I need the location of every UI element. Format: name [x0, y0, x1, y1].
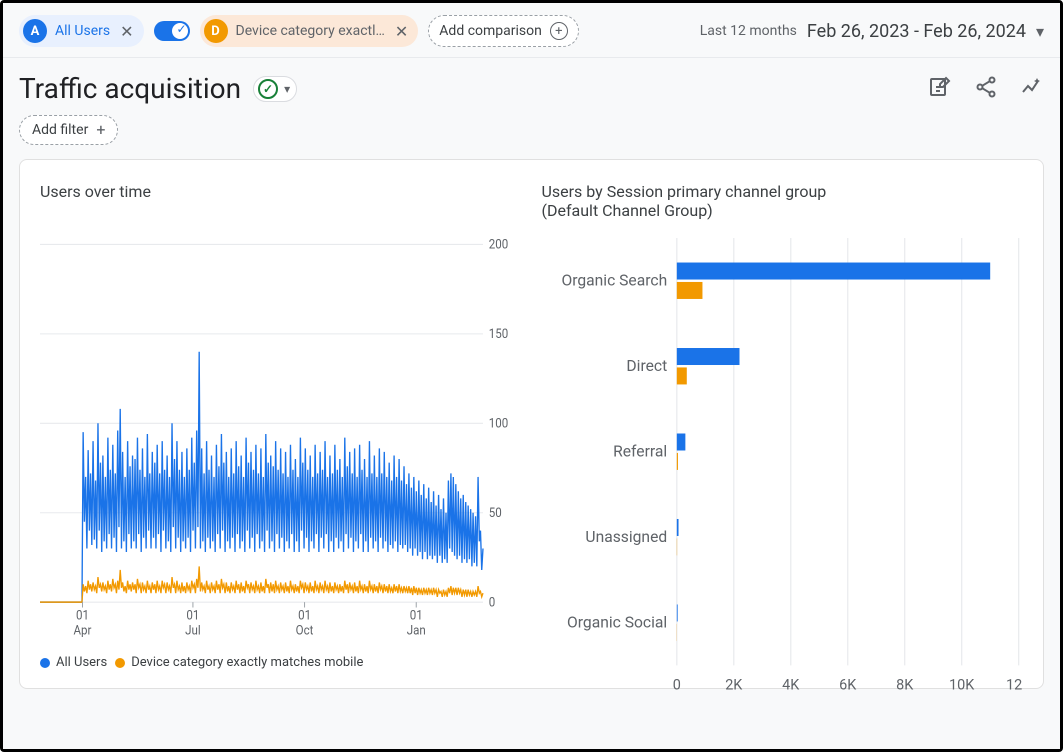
legend-label: Device category exactly matches mobile — [131, 655, 363, 670]
svg-text:0: 0 — [672, 677, 680, 694]
plus-icon: + — [96, 122, 105, 138]
comparison-d-icon: D — [204, 19, 228, 43]
svg-text:8K: 8K — [896, 677, 914, 694]
svg-text:Direct: Direct — [626, 356, 667, 375]
charts-card: Users over time 05010015020001Apr01Jul01… — [19, 159, 1044, 689]
legend-swatch-icon — [40, 658, 50, 668]
filter-bar: Add filter + — [3, 115, 1060, 159]
comparison-bar: A All Users ✕ ✓ D Device category exactl… — [3, 3, 1060, 58]
share-icon[interactable] — [974, 75, 998, 103]
svg-text:6K: 6K — [839, 677, 857, 694]
legend-swatch-icon — [115, 658, 125, 668]
comparison-chip-all-users[interactable]: A All Users ✕ — [19, 15, 144, 47]
insights-icon[interactable] — [1020, 75, 1044, 103]
comparison-b-label: Device category exactl… — [236, 23, 385, 39]
legend: All Users Device category exactly matche… — [40, 655, 522, 670]
close-icon[interactable]: ✕ — [393, 22, 410, 41]
svg-text:Jan: Jan — [407, 623, 426, 638]
users-over-time-panel: Users over time 05010015020001Apr01Jul01… — [40, 182, 522, 670]
comparison-chip-device-category[interactable]: D Device category exactl… ✕ — [200, 15, 419, 47]
add-filter-label: Add filter — [32, 122, 88, 138]
svg-text:01: 01 — [298, 608, 311, 623]
date-range-picker[interactable]: Last 12 months Feb 26, 2023 - Feb 26, 20… — [700, 21, 1044, 42]
close-icon[interactable]: ✕ — [118, 22, 135, 41]
comparison-a-label: All Users — [55, 23, 110, 39]
add-comparison-label: Add comparison — [439, 23, 542, 39]
svg-text:10K: 10K — [949, 677, 975, 694]
svg-text:12K: 12K — [1006, 677, 1023, 694]
users-by-channel-panel: Users by Session primary channel group (… — [542, 182, 1024, 670]
add-filter-button[interactable]: Add filter + — [19, 115, 118, 145]
report-status-chip[interactable]: ✓ ▾ — [253, 76, 297, 102]
date-preset-label: Last 12 months — [700, 23, 797, 39]
panel-title: Users by Session primary channel group (… — [542, 182, 842, 224]
svg-text:Organic Social: Organic Social — [567, 612, 667, 631]
svg-text:Oct: Oct — [296, 623, 314, 638]
comparison-a-icon: A — [23, 19, 47, 43]
svg-text:Organic Search: Organic Search — [561, 271, 667, 290]
add-comparison-button[interactable]: Add comparison + — [428, 15, 579, 47]
svg-text:2K: 2K — [725, 677, 743, 694]
svg-text:150: 150 — [489, 327, 509, 342]
svg-text:Referral: Referral — [613, 442, 667, 461]
legend-item-all-users[interactable]: All Users — [40, 655, 107, 670]
svg-text:Unassigned: Unassigned — [585, 527, 667, 546]
panel-title: Users over time — [40, 182, 522, 224]
svg-text:Apr: Apr — [74, 623, 92, 638]
svg-text:Jul: Jul — [185, 623, 201, 638]
check-icon: ✓ — [176, 22, 186, 36]
legend-item-device-mobile[interactable]: Device category exactly matches mobile — [115, 655, 363, 670]
svg-text:01: 01 — [410, 608, 423, 623]
checkmark-icon: ✓ — [258, 79, 278, 99]
svg-text:50: 50 — [489, 505, 502, 520]
svg-text:100: 100 — [489, 416, 509, 431]
title-bar: Traffic acquisition ✓ ▾ — [3, 58, 1060, 115]
legend-label: All Users — [56, 655, 107, 670]
chevron-down-icon: ▾ — [1036, 22, 1044, 41]
comparison-toggle[interactable]: ✓ — [154, 21, 190, 41]
line-chart[interactable]: 05010015020001Apr01Jul01Oct01Jan — [40, 238, 522, 645]
svg-text:200: 200 — [489, 238, 509, 252]
plus-icon: + — [550, 22, 568, 40]
svg-text:01: 01 — [186, 608, 199, 623]
bar-chart[interactable]: 0 2K 4K 6K 8K 10K 12K Organic Search Direct Refer… — [542, 238, 1024, 699]
svg-text:0: 0 — [489, 595, 496, 610]
customize-report-icon[interactable] — [928, 75, 952, 103]
svg-text:4K: 4K — [782, 677, 800, 694]
date-range-label: Feb 26, 2023 - Feb 26, 2024 — [807, 21, 1026, 42]
chevron-down-icon: ▾ — [284, 82, 290, 96]
svg-text:01: 01 — [76, 608, 89, 623]
page-title: Traffic acquisition — [19, 72, 241, 105]
